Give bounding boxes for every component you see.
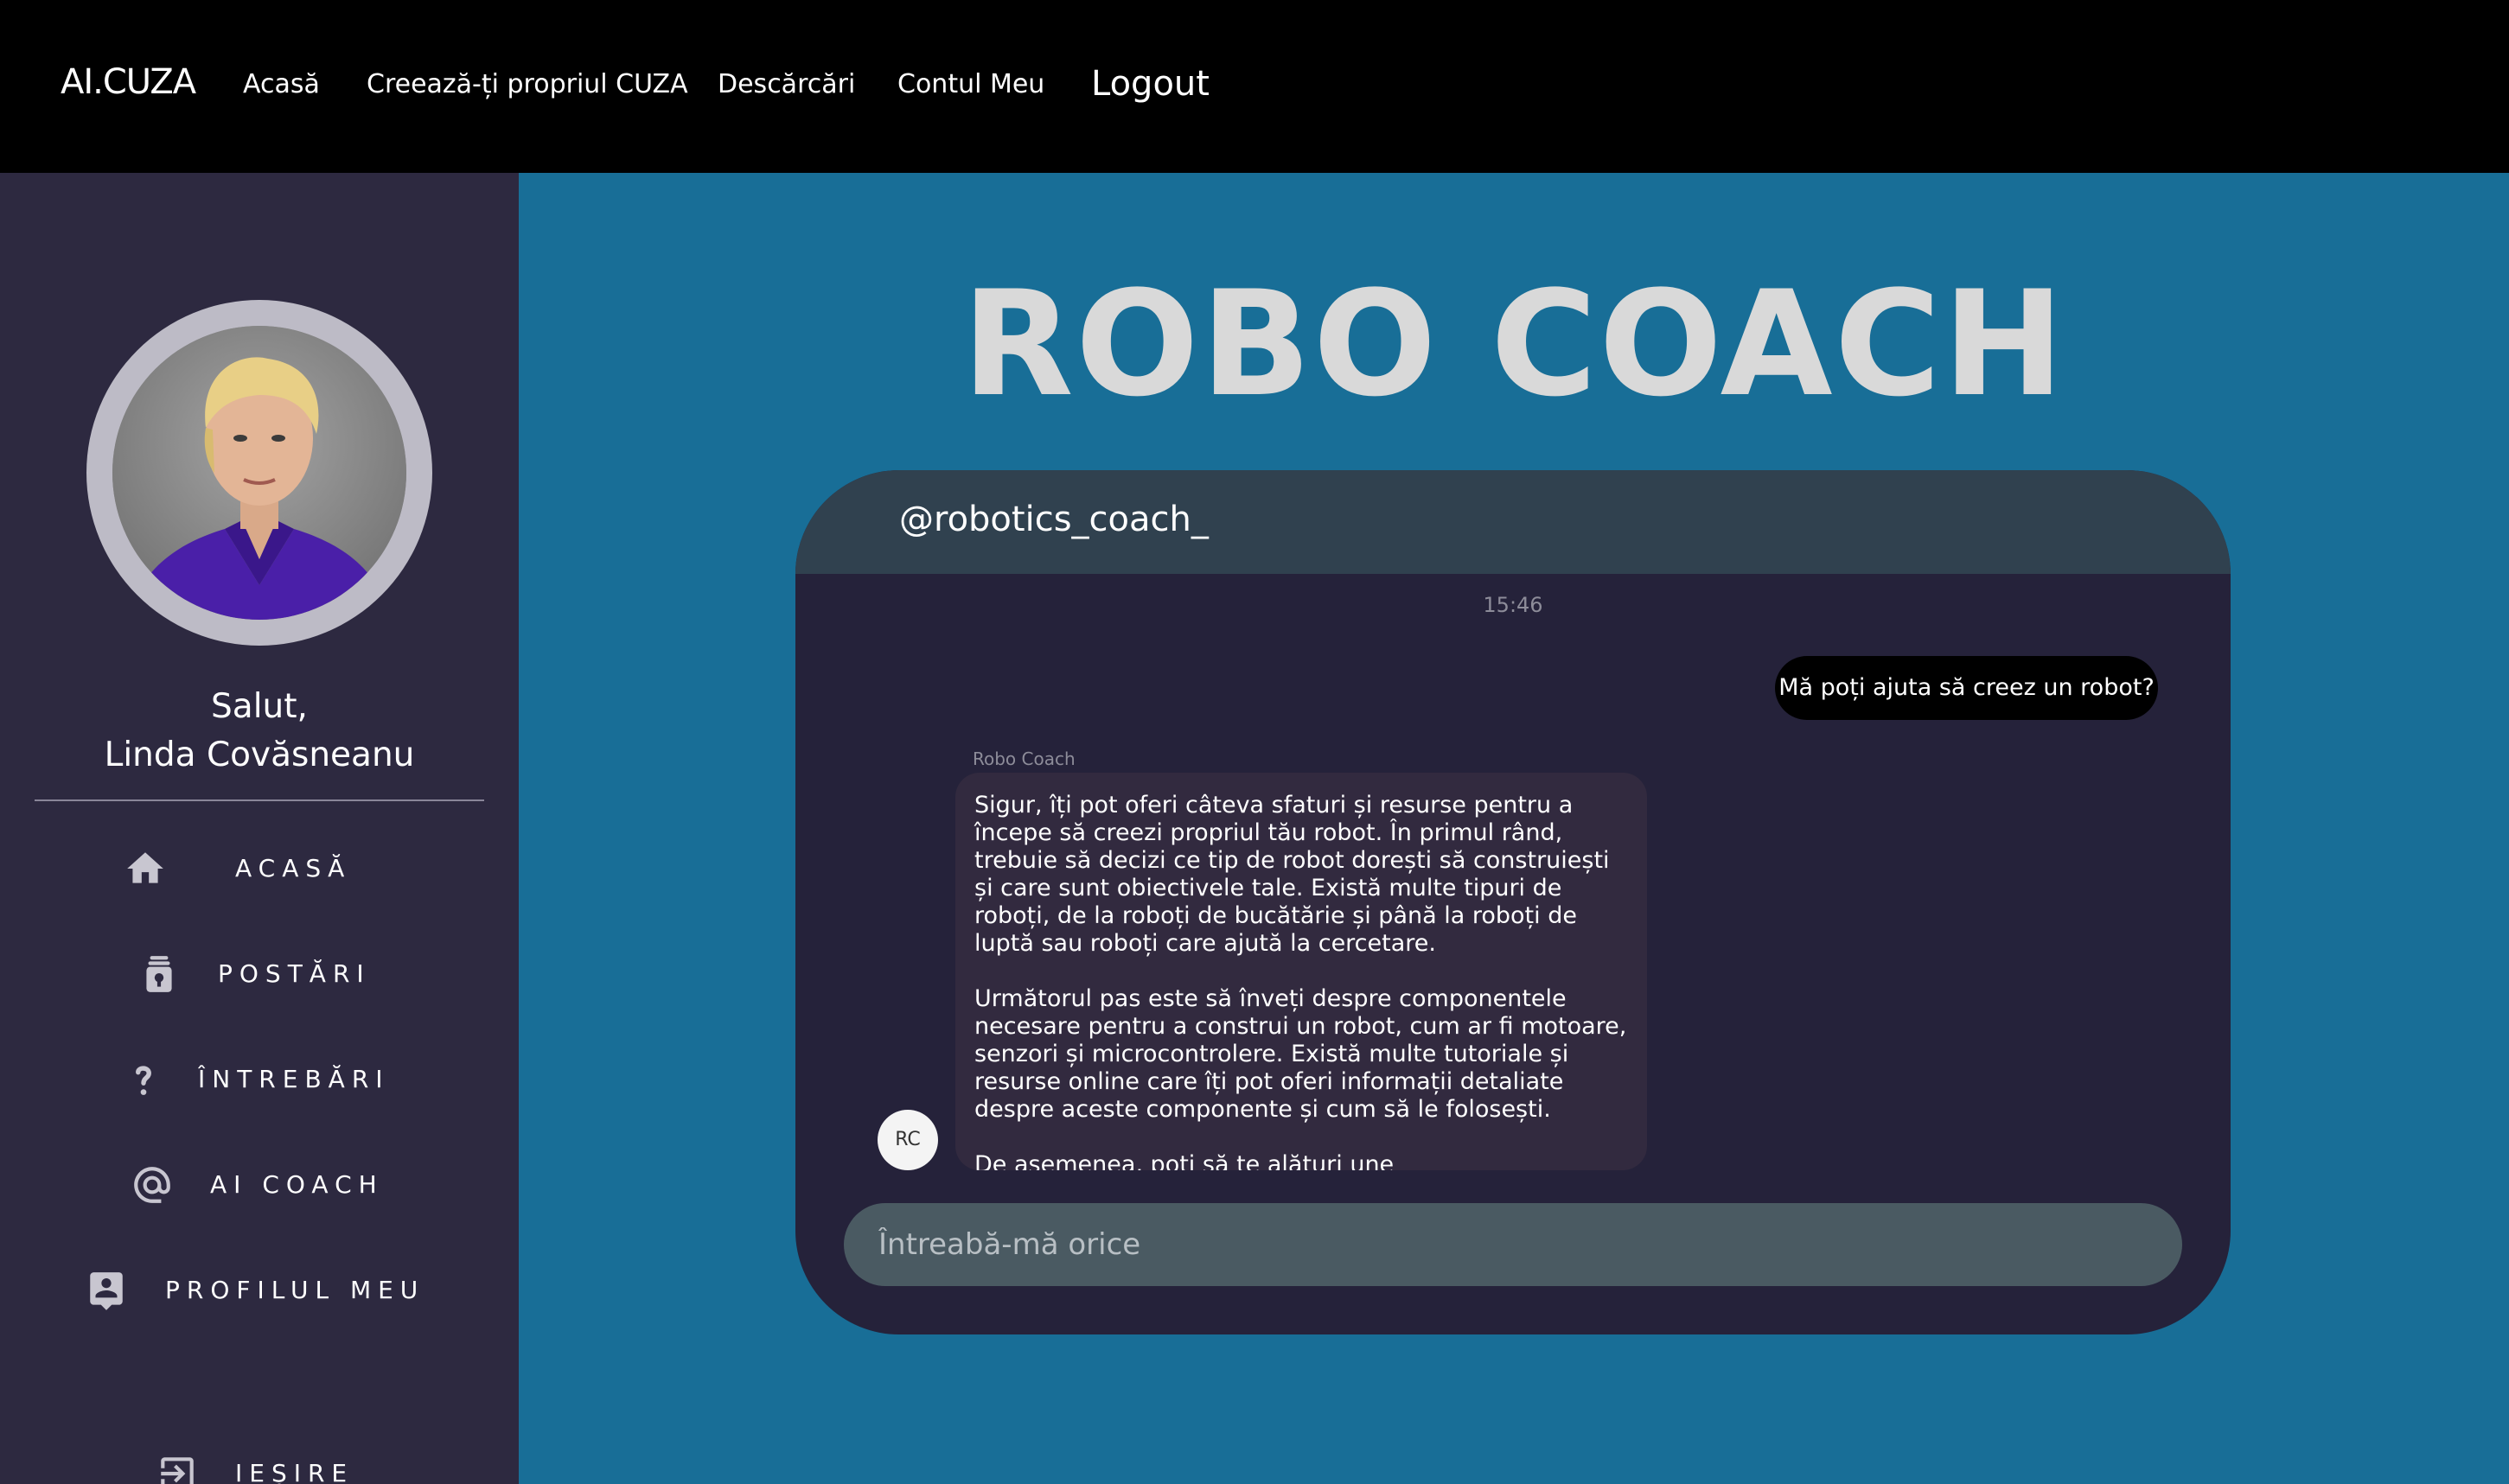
- sidebar-item-home[interactable]: ACASĂ: [0, 830, 519, 908]
- message-timestamp: 15:46: [1483, 593, 1543, 617]
- nav-link-create-cuza[interactable]: Creează-ți propriul CUZA: [367, 69, 688, 99]
- user-message-bubble: Mă poți ajuta să creez un robot?: [1775, 656, 2158, 720]
- sidebar-item-label: POSTĂRI: [218, 959, 371, 988]
- nav-link-home[interactable]: Acasă: [243, 69, 320, 99]
- exit-icon: [161, 1457, 194, 1484]
- top-navbar: AI.CUZA Acasă Creează-ți propriul CUZA D…: [0, 0, 2509, 173]
- brand-logo[interactable]: AI.CUZA: [61, 62, 196, 102]
- chat-input[interactable]: [844, 1203, 2182, 1286]
- chat-window: @robotics_coach_ 15:46 Mă poți ajuta să …: [795, 470, 2231, 1334]
- sidebar-item-questions[interactable]: ÎNTREBĂRI: [0, 1041, 519, 1118]
- sidebar-item-label: AI COACH: [210, 1170, 384, 1199]
- nav-link-downloads[interactable]: Descărcări: [718, 69, 855, 99]
- sidebar-divider: [35, 799, 484, 801]
- sidebar-item-posts[interactable]: POSTĂRI: [0, 935, 519, 1013]
- chat-header: @robotics_coach_: [795, 470, 2231, 574]
- greeting-label: Salut,: [211, 687, 308, 726]
- sidebar-item-ai-coach[interactable]: AI COACH: [0, 1146, 519, 1224]
- question-icon: [136, 1066, 151, 1095]
- sidebar-item-my-profile[interactable]: PROFILUL MEU: [0, 1252, 519, 1329]
- bot-message-paragraph: Următorul pas este să înveți despre comp…: [974, 985, 1627, 1123]
- at-icon: [134, 1167, 170, 1203]
- page-title: ROBO COACH: [961, 259, 2066, 429]
- avatar-photo: [112, 326, 406, 620]
- bot-message-bubble: Sigur, îți pot oferi câteva sfaturi și r…: [955, 773, 1647, 1170]
- sidebar-item-label: ÎNTREBĂRI: [198, 1065, 390, 1093]
- bot-avatar: RC: [878, 1110, 938, 1170]
- bot-message-paragraph: De asemenea, poți să te alături une: [974, 1151, 1395, 1170]
- sidebar-item-label: PROFILUL MEU: [165, 1276, 425, 1304]
- chat-handle: @robotics_coach_: [899, 500, 1209, 539]
- sidebar-item-label: ACASĂ: [235, 854, 352, 882]
- profile-icon: [90, 1272, 123, 1310]
- sidebar: Salut, Linda Covăsneanu ACASĂ POSTĂRI ÎN…: [0, 173, 519, 1484]
- avatar-ring: [86, 300, 432, 646]
- home-icon: [127, 852, 163, 883]
- posts-icon: [146, 956, 172, 992]
- sidebar-item-label: IEȘIRE: [235, 1459, 354, 1484]
- bot-name-label: Robo Coach: [973, 748, 1076, 769]
- logout-link[interactable]: Logout: [1091, 64, 1210, 104]
- avatar: [112, 326, 406, 620]
- nav-link-my-account[interactable]: Contul Meu: [897, 69, 1044, 99]
- user-name: Linda Covăsneanu: [104, 736, 415, 774]
- sidebar-item-exit[interactable]: IEȘIRE: [0, 1435, 519, 1484]
- bot-message-paragraph: Sigur, îți pot oferi câteva sfaturi și r…: [974, 792, 1610, 957]
